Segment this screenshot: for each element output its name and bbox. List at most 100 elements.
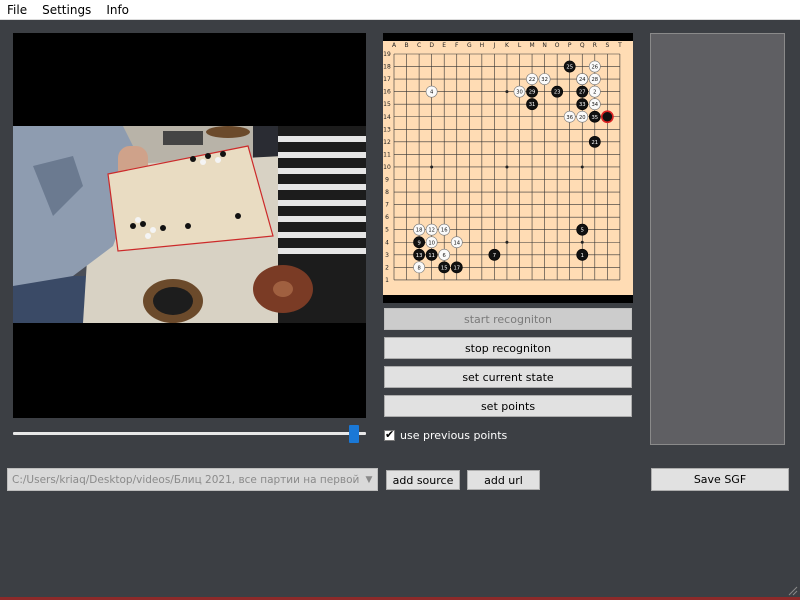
move-number: 27 xyxy=(579,90,586,96)
source-combobox[interactable]: C:/Users/kriaq/Desktop/videos/Блиц 2021,… xyxy=(7,468,378,491)
stone-black: 13 xyxy=(413,248,425,261)
stone-white: 28 xyxy=(588,73,601,85)
move-number: 30 xyxy=(516,90,523,96)
column-label: G xyxy=(467,42,472,49)
stone-black: 25 xyxy=(563,60,576,73)
star-point xyxy=(580,240,584,244)
stone-black: 5 xyxy=(576,223,589,236)
timeline-slider[interactable] xyxy=(13,425,366,443)
stone-white: 4 xyxy=(425,85,438,98)
column-label: T xyxy=(617,42,622,49)
use-previous-points-option[interactable]: ✔ use previous points xyxy=(384,428,507,442)
move-number: 36 xyxy=(566,115,573,121)
stone-white: 26 xyxy=(588,60,601,73)
move-number: 35 xyxy=(591,115,598,121)
move-number: 1 xyxy=(581,253,584,259)
stone-white: 32 xyxy=(538,73,551,85)
row-label: 12 xyxy=(383,139,391,146)
slider-track[interactable] xyxy=(13,432,366,435)
move-number: 8 xyxy=(417,265,420,271)
source-path-value: C:/Users/kriaq/Desktop/videos/Блиц 2021,… xyxy=(12,473,361,486)
move-number: 22 xyxy=(529,77,536,83)
row-label: 15 xyxy=(383,101,391,108)
move-number: 7 xyxy=(493,253,496,259)
side-panel xyxy=(650,33,785,445)
menu-file[interactable]: File xyxy=(0,3,35,17)
star-point xyxy=(505,90,509,94)
move-number: 6 xyxy=(443,253,446,259)
stone-black: 27 xyxy=(576,85,589,98)
stone-black: 21 xyxy=(588,135,601,148)
column-label: F xyxy=(455,42,459,49)
stone-black: 15 xyxy=(438,261,451,274)
move-number: 21 xyxy=(591,140,598,146)
move-number: 29 xyxy=(529,90,536,96)
stone-white: 20 xyxy=(576,110,589,123)
row-label: 7 xyxy=(385,202,389,209)
checkmark-icon: ✔ xyxy=(385,427,395,441)
row-label: 6 xyxy=(385,214,389,221)
row-label: 14 xyxy=(383,114,391,121)
chevron-down-icon[interactable]: ▼ xyxy=(361,475,377,485)
set-current-state-button[interactable]: set current state xyxy=(384,366,632,388)
move-number: 13 xyxy=(416,253,423,259)
camera-frame-image xyxy=(13,126,366,323)
stone-black: 29 xyxy=(526,85,538,98)
column-label: P xyxy=(568,42,572,49)
column-label: B xyxy=(404,42,408,49)
add-url-button[interactable]: add url xyxy=(467,470,540,490)
column-label: D xyxy=(429,42,434,49)
column-label: H xyxy=(480,42,485,49)
move-number: 18 xyxy=(416,228,423,234)
column-label: E xyxy=(442,42,446,49)
use-previous-points-label: use previous points xyxy=(400,428,508,442)
stone-white: 12 xyxy=(425,223,438,236)
move-number: 16 xyxy=(441,228,448,234)
stop-recognition-button[interactable]: stop recogniton xyxy=(384,337,632,359)
move-number: 2 xyxy=(593,90,596,96)
row-label: 9 xyxy=(385,177,389,184)
row-label: 8 xyxy=(385,189,389,196)
menu-settings[interactable]: Settings xyxy=(35,3,99,17)
move-number: 32 xyxy=(541,77,548,83)
move-number: 31 xyxy=(529,102,536,108)
add-source-button[interactable]: add source xyxy=(386,470,460,490)
stone-black: 23 xyxy=(551,85,564,98)
move-number: 24 xyxy=(579,77,586,83)
video-preview xyxy=(13,33,366,418)
row-label: 1 xyxy=(385,277,389,284)
start-recognition-button[interactable]: start recogniton xyxy=(384,308,632,330)
move-number: 28 xyxy=(591,77,598,83)
board-display: A B C D E F G H J K L M N O P Q R S T 19 18 17 16 15 14 13 12 11 10 9… xyxy=(383,33,633,303)
slider-handle[interactable] xyxy=(349,425,359,443)
move-number: 26 xyxy=(591,65,598,71)
stone-black: 35 xyxy=(588,110,601,123)
move-number: 10 xyxy=(428,240,435,246)
row-label: 4 xyxy=(385,239,389,246)
row-label: 11 xyxy=(383,151,391,158)
column-label: J xyxy=(493,42,496,49)
use-previous-points-checkbox[interactable]: ✔ xyxy=(384,427,395,441)
move-number: 33 xyxy=(579,102,586,108)
resize-grip-icon[interactable] xyxy=(786,584,798,596)
stone-white: 34 xyxy=(588,98,601,111)
stone-white: 10 xyxy=(425,236,438,249)
stone-white: 6 xyxy=(438,248,451,261)
row-label: 19 xyxy=(383,51,391,58)
stone-black: 7 xyxy=(488,248,501,261)
stone-black: 31 xyxy=(526,98,538,111)
move-number: 14 xyxy=(453,240,460,246)
stone-white: 24 xyxy=(576,73,589,85)
stone-white: 16 xyxy=(438,223,451,236)
row-label: 16 xyxy=(383,89,391,96)
save-sgf-button[interactable]: Save SGF xyxy=(651,468,789,491)
column-label: N xyxy=(542,42,547,49)
column-label: C xyxy=(417,42,421,49)
move-number: 11 xyxy=(428,253,435,259)
move-number: 25 xyxy=(566,65,573,71)
star-point xyxy=(430,165,434,169)
set-points-button[interactable]: set points xyxy=(384,395,632,417)
stone-white: 8 xyxy=(413,261,425,274)
star-point xyxy=(580,165,584,169)
menu-info[interactable]: Info xyxy=(99,3,137,17)
